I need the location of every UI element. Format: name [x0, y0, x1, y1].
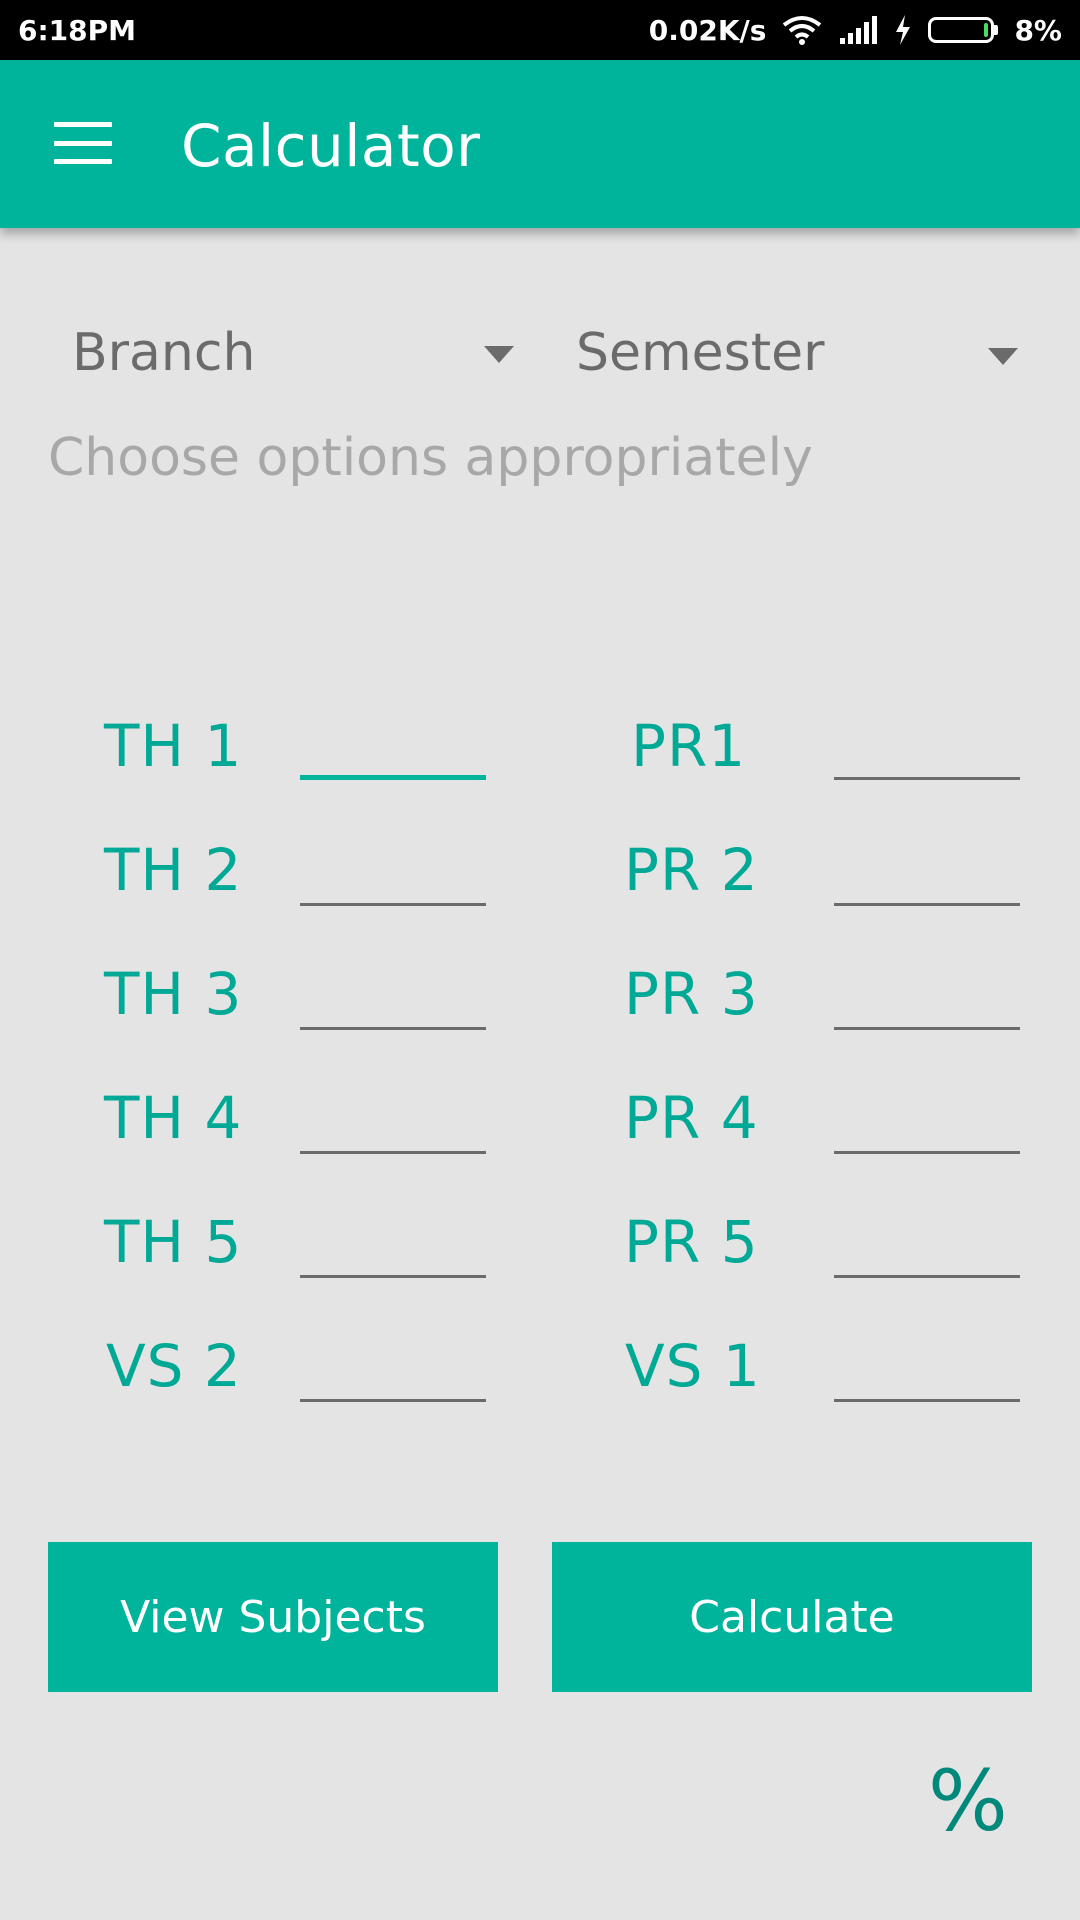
menu-icon[interactable] — [54, 122, 112, 164]
status-time: 6:18PM — [18, 13, 137, 47]
pr1-label: PR1 — [631, 712, 747, 780]
th4-input[interactable] — [300, 1114, 486, 1154]
status-indicators: 0.02K/s 8% — [649, 14, 1062, 47]
page-title: Calculator — [181, 112, 481, 180]
signal-icon — [838, 16, 878, 44]
pr4-label: PR 4 — [624, 1084, 759, 1152]
view-subjects-button[interactable]: View Subjects — [48, 1542, 498, 1692]
semester-dropdown-label: Semester — [576, 323, 825, 383]
pr3-label: PR 3 — [624, 960, 759, 1028]
hint-text: Choose options appropriately — [48, 428, 813, 488]
network-speed: 0.02K/s — [648, 13, 767, 47]
branch-dropdown[interactable]: Branch — [72, 318, 514, 388]
semester-dropdown[interactable]: Semester — [576, 318, 1026, 388]
th5-input[interactable] — [300, 1238, 486, 1278]
branch-dropdown-label: Branch — [72, 323, 256, 383]
pr5-label: PR 5 — [624, 1208, 759, 1276]
pr5-input[interactable] — [834, 1238, 1020, 1278]
battery-fill — [984, 23, 989, 37]
th2-label: TH 2 — [104, 836, 243, 904]
th4-label: TH 4 — [104, 1084, 243, 1152]
pr2-input[interactable] — [834, 866, 1020, 906]
th5-label: TH 5 — [104, 1208, 243, 1276]
th3-label: TH 3 — [104, 960, 243, 1028]
calculate-button[interactable]: Calculate — [552, 1542, 1032, 1692]
th3-input[interactable] — [300, 990, 486, 1030]
pr2-label: PR 2 — [624, 836, 759, 904]
calculator-screen: 6:18PM 0.02K/s 8% Calculator Branch Seme… — [0, 0, 1080, 1920]
pr1-input[interactable] — [834, 740, 1020, 780]
result-percent: % — [928, 1752, 1008, 1850]
battery-percent: 8% — [1014, 13, 1062, 47]
vs1-input[interactable] — [834, 1362, 1020, 1402]
vs1-label: VS 1 — [625, 1332, 761, 1400]
app-bar: Calculator — [0, 60, 1080, 228]
charging-icon — [894, 15, 912, 45]
th1-label: TH 1 — [104, 712, 243, 780]
th1-input[interactable] — [300, 740, 486, 780]
th2-input[interactable] — [300, 866, 486, 906]
dropdown-arrow-icon — [484, 346, 514, 363]
vs2-input[interactable] — [300, 1362, 486, 1402]
wifi-icon — [782, 15, 822, 45]
vs2-label: VS 2 — [106, 1332, 242, 1400]
pr4-input[interactable] — [834, 1114, 1020, 1154]
dropdown-arrow-icon — [988, 348, 1018, 365]
status-bar: 6:18PM 0.02K/s 8% — [0, 0, 1080, 60]
pr3-input[interactable] — [834, 990, 1020, 1030]
battery-icon — [928, 17, 999, 43]
